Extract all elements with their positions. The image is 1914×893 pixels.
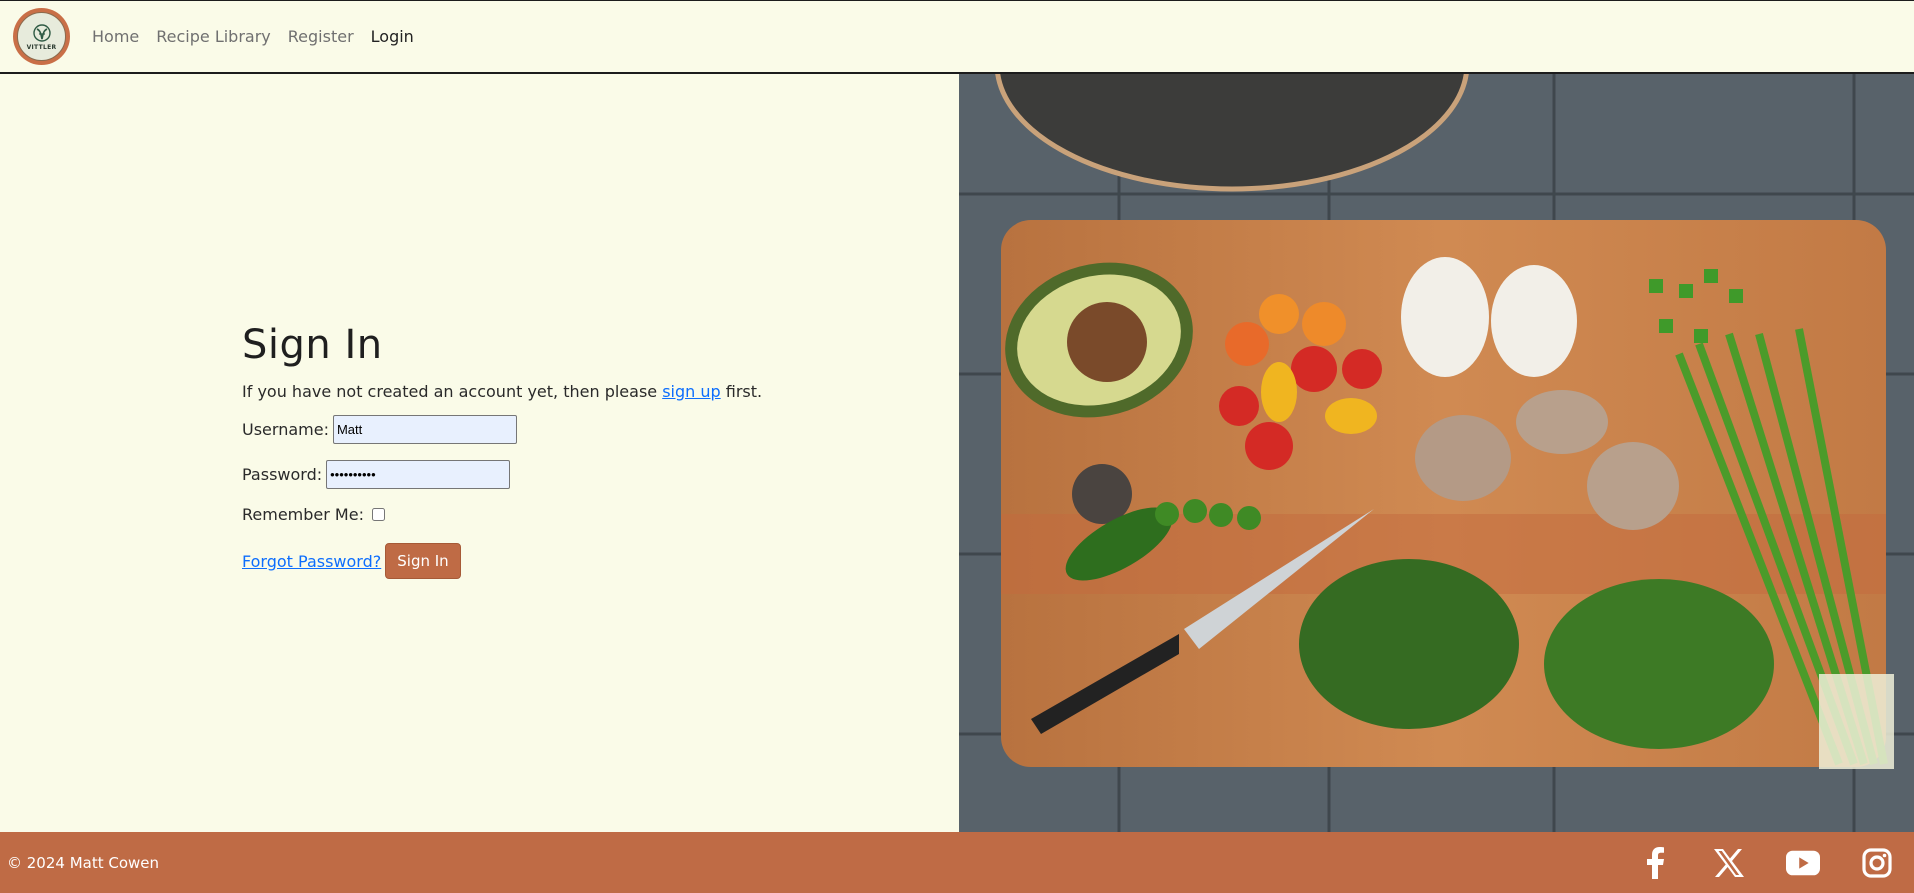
nav-login[interactable]: Login bbox=[371, 27, 414, 46]
leaf-icon bbox=[32, 23, 51, 42]
sign-up-link[interactable]: sign up bbox=[662, 382, 720, 401]
vittler-logo[interactable]: VITTLER bbox=[13, 8, 70, 65]
logo-badge: VITTLER bbox=[17, 12, 66, 61]
password-row: Password: bbox=[242, 460, 762, 489]
signin-intro: If you have not created an account yet, … bbox=[242, 382, 762, 401]
hero-image bbox=[959, 74, 1914, 832]
intro-text-after: first. bbox=[720, 382, 763, 401]
youtube-icon[interactable] bbox=[1786, 846, 1820, 880]
username-row: Username: bbox=[242, 415, 762, 444]
remember-checkbox[interactable] bbox=[371, 508, 385, 521]
footer: © 2024 Matt Cowen bbox=[0, 832, 1914, 893]
nav-links: Home Recipe Library Register Login bbox=[92, 27, 431, 46]
password-label: Password: bbox=[242, 465, 323, 484]
nav-register[interactable]: Register bbox=[288, 27, 354, 46]
main-content: Sign In If you have not created an accou… bbox=[0, 74, 1914, 832]
remember-label: Remember Me: bbox=[242, 505, 364, 524]
instagram-icon[interactable] bbox=[1860, 846, 1894, 880]
page-title: Sign In bbox=[242, 322, 383, 368]
logo-text: VITTLER bbox=[26, 43, 57, 51]
x-icon[interactable] bbox=[1712, 846, 1746, 880]
remember-row: Remember Me: bbox=[242, 505, 762, 524]
nav-home[interactable]: Home bbox=[92, 27, 139, 46]
username-input[interactable] bbox=[332, 415, 517, 444]
social-links bbox=[1598, 846, 1894, 880]
cutting-board-photo bbox=[959, 74, 1914, 832]
facebook-icon[interactable] bbox=[1638, 846, 1672, 880]
navbar: VITTLER Home Recipe Library Register Log… bbox=[0, 0, 1914, 74]
intro-text-before: If you have not created an account yet, … bbox=[242, 382, 663, 401]
signin-form: Sign In If you have not created an accou… bbox=[242, 322, 762, 579]
username-label: Username: bbox=[242, 420, 329, 439]
forgot-password-link[interactable]: Forgot Password? bbox=[242, 552, 381, 571]
password-input[interactable] bbox=[326, 460, 511, 489]
sign-in-button[interactable]: Sign In bbox=[385, 543, 461, 579]
nav-recipe-library[interactable]: Recipe Library bbox=[156, 27, 271, 46]
form-actions: Forgot Password? Sign In bbox=[242, 543, 762, 579]
signin-pane: Sign In If you have not created an accou… bbox=[0, 74, 959, 832]
copyright-text: © 2024 Matt Cowen bbox=[7, 853, 160, 872]
